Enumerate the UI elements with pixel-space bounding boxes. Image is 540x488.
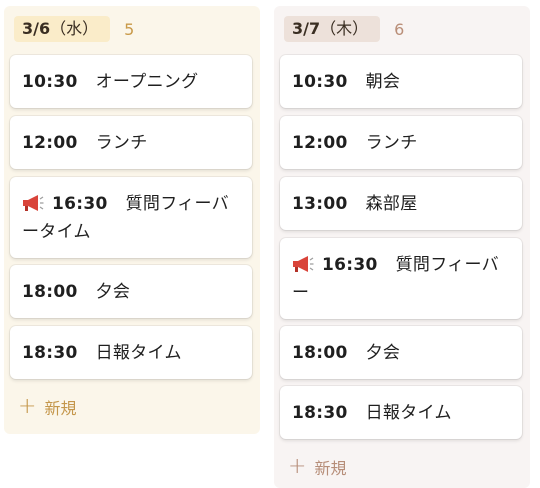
board-view: 3/6（水） 5 10:30 オープニング 12:00 ランチ 16:30 質問フィー… bbox=[0, 0, 540, 488]
card-count: 5 bbox=[124, 19, 135, 39]
card-title: 夕会 bbox=[95, 281, 131, 302]
card-time: 13:00 bbox=[292, 193, 348, 214]
megaphone-icon bbox=[23, 195, 44, 211]
card-title: ランチ bbox=[95, 132, 148, 153]
card[interactable]: 12:00 ランチ bbox=[10, 116, 252, 169]
card-title: 日報タイム bbox=[95, 342, 182, 363]
column-header: 3/6（水） 5 bbox=[14, 16, 134, 42]
new-card-label: 新規 bbox=[314, 459, 347, 478]
card[interactable]: 13:00 森部屋 bbox=[280, 177, 522, 230]
megaphone-icon bbox=[293, 256, 314, 272]
column-header: 3/7（木） 6 bbox=[284, 16, 404, 42]
card-time: 10:30 bbox=[22, 71, 78, 92]
card-time: 12:00 bbox=[22, 132, 78, 153]
card[interactable]: 18:00 夕会 bbox=[10, 265, 252, 318]
card-time: 18:30 bbox=[22, 342, 78, 363]
new-card-button[interactable]: + 新規 bbox=[18, 395, 76, 419]
date-group-label[interactable]: 3/7（木） bbox=[284, 16, 381, 42]
date-group-label[interactable]: 3/6（水） bbox=[14, 16, 111, 42]
card[interactable]: 10:30 朝会 bbox=[280, 55, 522, 108]
card-time: 18:30 bbox=[292, 402, 348, 423]
card[interactable]: 18:30 日報タイム bbox=[280, 386, 522, 439]
card-title: ランチ bbox=[365, 132, 418, 153]
card-time: 10:30 bbox=[292, 71, 348, 92]
column-3-7: 3/7（木） 6 10:30 朝会 12:00 ランチ 13:00 森部屋 16:30… bbox=[274, 6, 530, 488]
card-title: 日報タイム bbox=[365, 402, 452, 423]
plus-icon: + bbox=[18, 394, 37, 419]
card[interactable]: 10:30 オープニング bbox=[10, 55, 252, 108]
card[interactable]: 16:30 質問フィーバータイム bbox=[10, 177, 252, 258]
card-time: 16:30 bbox=[322, 255, 378, 275]
new-card-label: 新規 bbox=[44, 399, 77, 418]
card-time: 18:00 bbox=[22, 281, 78, 302]
new-card-button[interactable]: + 新規 bbox=[288, 455, 346, 479]
card[interactable]: 18:30 日報タイム bbox=[10, 326, 252, 379]
column-3-6: 3/6（水） 5 10:30 オープニング 12:00 ランチ 16:30 質問フィー… bbox=[4, 6, 260, 434]
card-time: 12:00 bbox=[292, 132, 348, 153]
plus-icon: + bbox=[288, 454, 307, 479]
card-title: オープニング bbox=[95, 71, 199, 92]
card-time: 18:00 bbox=[292, 342, 348, 363]
card[interactable]: 12:00 ランチ bbox=[280, 116, 522, 169]
card-title: 夕会 bbox=[365, 342, 401, 363]
card[interactable]: 16:30 質問フィーバー bbox=[280, 238, 522, 319]
card-title: 森部屋 bbox=[365, 193, 418, 214]
card-title: 朝会 bbox=[365, 71, 401, 92]
card-count: 6 bbox=[394, 19, 405, 39]
card-time: 16:30 bbox=[52, 194, 108, 214]
card[interactable]: 18:00 夕会 bbox=[280, 326, 522, 379]
